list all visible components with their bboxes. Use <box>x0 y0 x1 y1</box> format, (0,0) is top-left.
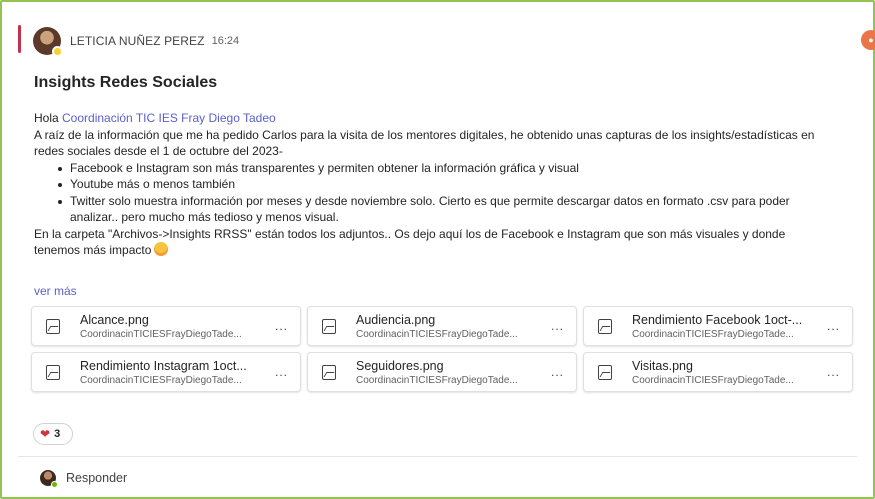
attachment-name: Rendimiento Instagram 1oct... <box>80 358 247 373</box>
body-paragraph-2: En la carpeta "Archivos->Insights RRSS" … <box>34 226 834 259</box>
reaction-count: 3 <box>54 428 61 440</box>
attachment-name: Alcance.png <box>80 312 149 327</box>
attachment-path: CoordinacinTICIESFrayDiegoTade... <box>356 328 518 340</box>
presence-available-icon <box>51 481 58 488</box>
reaction-badge-icon[interactable]: ● <box>861 30 875 50</box>
attachment-card[interactable]: Alcance.png CoordinacinTICIESFrayDiegoTa… <box>31 306 301 346</box>
see-more-link[interactable]: ver más <box>34 284 77 298</box>
bullet-list: Facebook e Instagram son más transparent… <box>34 160 834 226</box>
reaction-pill[interactable]: ❤ 3 <box>33 423 73 445</box>
attachment-name: Seguidores.png <box>356 358 444 373</box>
attachment-card[interactable]: Audiencia.png CoordinacinTICIESFrayDiego… <box>307 306 577 346</box>
attachment-card[interactable]: Seguidores.png CoordinacinTICIESFrayDieg… <box>307 352 577 392</box>
important-accent-bar <box>18 25 21 53</box>
more-options-icon[interactable]: ... <box>827 365 840 379</box>
attachment-name: Audiencia.png <box>356 312 436 327</box>
message-subject: Insights Redes Sociales <box>34 74 218 91</box>
author-name[interactable]: LETICIA NUÑEZ PEREZ <box>70 34 205 48</box>
attachment-path: CoordinacinTICIESFrayDiegoTade... <box>356 374 518 386</box>
body-paragraph-1: A raíz de la información que me ha pedid… <box>34 127 815 159</box>
reply-button[interactable]: Responder <box>66 471 127 485</box>
attachment-path: CoordinacinTICIESFrayDiegoTade... <box>80 374 242 386</box>
message-timestamp: 16:24 <box>211 35 240 47</box>
body-paragraph-2-text: En la carpeta "Archivos->Insights RRSS" … <box>34 226 786 258</box>
more-options-icon[interactable]: ... <box>551 319 564 333</box>
more-options-icon[interactable]: ... <box>275 319 288 333</box>
image-file-icon <box>598 318 612 334</box>
bullet-item: Twitter solo muestra información por mes… <box>58 193 834 226</box>
message-body: Hola Coordinación TIC IES Fray Diego Tad… <box>34 110 834 259</box>
more-options-icon[interactable]: ... <box>551 365 564 379</box>
greeting-text: Hola <box>34 111 63 125</box>
image-file-icon <box>46 364 60 380</box>
heart-icon: ❤ <box>40 427 51 441</box>
greeting-line: Hola Coordinación TIC IES Fray Diego Tad… <box>34 110 834 127</box>
attachment-name: Visitas.png <box>632 358 693 373</box>
attachment-card[interactable]: Visitas.png CoordinacinTICIESFrayDiegoTa… <box>583 352 853 392</box>
bullet-item: Youtube más o menos también <box>58 176 834 193</box>
reply-divider <box>18 456 857 457</box>
reply-row[interactable]: Responder <box>40 470 127 488</box>
attachment-card[interactable]: Rendimiento Instagram 1oct... Coordinaci… <box>31 352 301 392</box>
image-file-icon <box>598 364 612 380</box>
image-file-icon <box>46 318 60 334</box>
message-header: LETICIA NUÑEZ PEREZ 16:24 <box>33 26 240 57</box>
presence-away-icon <box>52 46 63 57</box>
current-user-avatar <box>40 470 58 488</box>
mention-link[interactable]: Coordinación TIC IES Fray Diego Tadeo <box>62 111 276 125</box>
author-avatar[interactable] <box>33 27 63 57</box>
attachment-path: CoordinacinTICIESFrayDiegoTade... <box>80 328 242 340</box>
image-file-icon <box>322 318 336 334</box>
attachment-name: Rendimiento Facebook 1oct-... <box>632 312 803 327</box>
attachment-card[interactable]: Rendimiento Facebook 1oct-... Coordinaci… <box>583 306 853 346</box>
attachment-path: CoordinacinTICIESFrayDiegoTade... <box>632 328 794 340</box>
attachments-grid: Alcance.png CoordinacinTICIESFrayDiegoTa… <box>31 306 853 392</box>
bullet-item: Facebook e Instagram son más transparent… <box>58 160 834 177</box>
smile-emoji-icon <box>154 242 169 256</box>
more-options-icon[interactable]: ... <box>827 319 840 333</box>
more-options-icon[interactable]: ... <box>275 365 288 379</box>
image-file-icon <box>322 364 336 380</box>
attachment-path: CoordinacinTICIESFrayDiegoTade... <box>632 374 794 386</box>
